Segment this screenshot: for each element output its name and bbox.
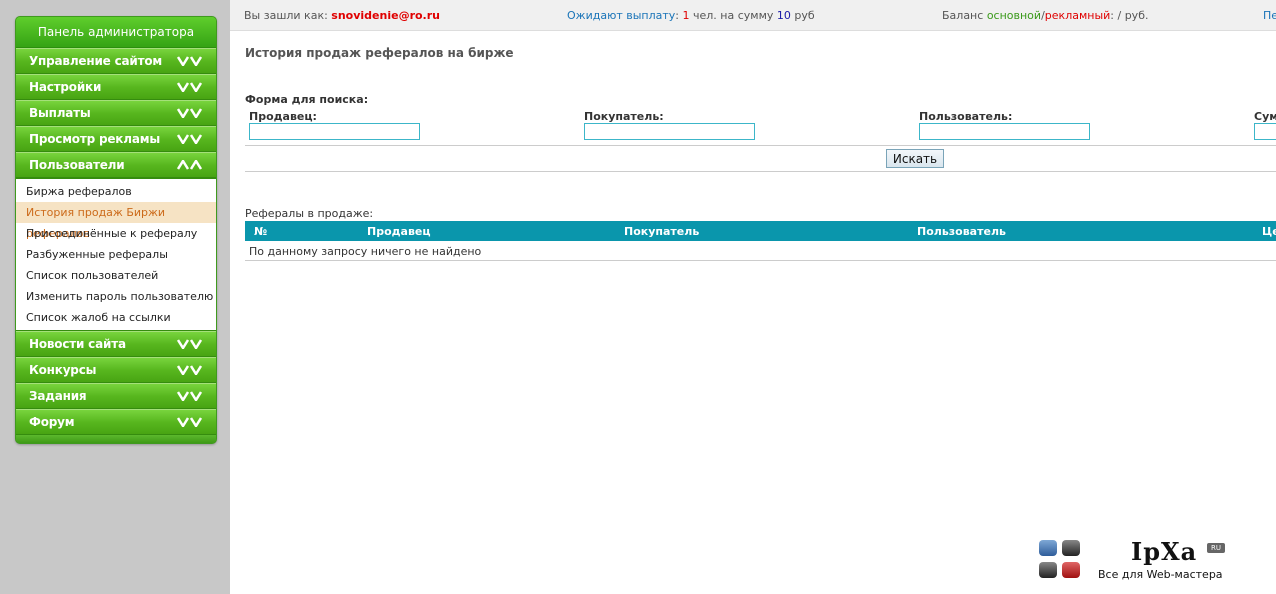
topbar-more-link[interactable]: Пе — [1263, 9, 1276, 22]
double-chevron-icon — [177, 134, 203, 144]
page-title: История продаж рефералов на бирже — [245, 46, 514, 60]
logged-in-user: snovidenie@ro.ru — [331, 9, 440, 22]
referrals-on-sale-label: Рефералы в продаже: — [245, 207, 374, 220]
pending-payouts-info: Ожидают выплату: 1 чел. на сумму 10 руб — [567, 9, 815, 22]
submenu-referral-sales-history[interactable]: История продаж Биржи рефералов — [16, 202, 216, 240]
menu-section-label: Настройки — [29, 80, 102, 94]
logo-subtitle: Все для Web-мастера — [1098, 568, 1223, 581]
user-label: Пользователь: — [919, 110, 1013, 123]
menu-section-label: Новости сайта — [29, 337, 126, 351]
sum-input[interactable] — [1254, 123, 1276, 140]
search-button[interactable]: Искать — [886, 149, 944, 168]
menu-section-label: Просмотр рекламы — [29, 132, 160, 146]
double-chevron-icon — [177, 391, 203, 401]
menu-section-label: Управление сайтом — [29, 54, 162, 68]
main-content: История продаж рефералов на бирже Форма … — [245, 31, 1276, 594]
pending-payouts-link[interactable]: Ожидают выплату — [567, 9, 675, 22]
user-input[interactable] — [919, 123, 1090, 140]
buyer-label: Покупатель: — [584, 110, 664, 123]
users-submenu: Биржа рефералов История продаж Биржи реф… — [16, 178, 216, 331]
col-price[interactable]: Це — [1262, 225, 1276, 238]
buyer-input[interactable] — [584, 123, 755, 140]
submenu-referral-exchange[interactable]: Биржа рефералов — [16, 181, 216, 202]
top-status-bar: Вы зашли как: snovidenie@ro.ru Ожидают в… — [230, 0, 1276, 31]
table-header: № Продавец Покупатель Пользователь Це — [245, 221, 1276, 241]
menu-section-ad-views[interactable]: Просмотр рекламы — [16, 126, 216, 152]
balance-tail: : / руб. — [1110, 9, 1149, 22]
menu-section-label: Выплаты — [29, 106, 91, 120]
logged-in-label: Вы зашли как: — [244, 9, 328, 22]
seller-input[interactable] — [249, 123, 420, 140]
logged-in-info: Вы зашли как: snovidenie@ro.ru — [244, 9, 440, 22]
admin-menu: Панель администратора Управление сайтом … — [15, 16, 217, 444]
logo-square-red — [1062, 562, 1080, 578]
double-chevron-icon — [177, 56, 203, 66]
col-number[interactable]: № — [254, 225, 267, 238]
left-column: Панель администратора Управление сайтом … — [0, 0, 230, 594]
menu-section-label: Пользователи — [29, 158, 125, 172]
menu-section-label: Задания — [29, 389, 87, 403]
double-chevron-icon — [177, 339, 203, 349]
menu-section-tasks[interactable]: Задания — [16, 383, 216, 409]
col-buyer[interactable]: Покупатель — [624, 225, 699, 238]
sum-field: Сумм — [1254, 111, 1276, 140]
balance-main: основной — [986, 9, 1042, 22]
logo-square-dark — [1039, 562, 1057, 578]
double-chevron-icon — [177, 365, 203, 375]
submenu-link-complaints[interactable]: Список жалоб на ссылки — [16, 307, 216, 328]
double-chevron-icon — [177, 108, 203, 118]
submenu-attached-to-referral[interactable]: Присоединённые к рефералу — [16, 223, 216, 244]
col-seller[interactable]: Продавец — [367, 225, 431, 238]
pending-colon: : — [675, 9, 679, 22]
double-chevron-up-icon — [177, 160, 203, 170]
menu-section-forum[interactable]: Форум — [16, 409, 216, 435]
menu-section-settings[interactable]: Настройки — [16, 74, 216, 100]
logo-square-blue — [1039, 540, 1057, 556]
balance-info: Баланс основной/рекламный: / руб. — [942, 9, 1148, 22]
balance-ad: рекламный — [1044, 9, 1111, 22]
submenu-user-list[interactable]: Список пользователей — [16, 265, 216, 286]
menu-section-site-news[interactable]: Новости сайта — [16, 331, 216, 357]
seller-field: Продавец: — [249, 111, 420, 140]
buyer-field: Покупатель: — [584, 111, 755, 140]
divider — [245, 171, 1276, 172]
menu-section-users[interactable]: Пользователи — [16, 152, 216, 178]
menu-section-contests[interactable]: Конкурсы — [16, 357, 216, 383]
pending-mid-text: чел. на сумму — [693, 9, 774, 22]
menu-section-site-management[interactable]: Управление сайтом — [16, 48, 216, 74]
sum-label: Сумм — [1254, 111, 1276, 123]
submenu-change-user-password[interactable]: Изменить пароль пользователю — [16, 286, 216, 307]
empty-result-row: По данному запросу ничего не найдено — [245, 241, 1276, 261]
submenu-awakened-referrals[interactable]: Разбуженные рефералы — [16, 244, 216, 265]
menu-section-payouts[interactable]: Выплаты — [16, 100, 216, 126]
pending-currency: руб — [794, 9, 815, 22]
logo-ru-badge: RU — [1207, 543, 1225, 553]
divider — [245, 145, 1276, 146]
menu-footer — [16, 435, 216, 443]
search-form-label: Форма для поиска: — [245, 93, 369, 106]
menu-title: Панель администратора — [16, 17, 216, 48]
pending-sum: 10 — [776, 9, 791, 22]
menu-section-label: Форум — [29, 415, 75, 429]
col-user[interactable]: Пользователь — [917, 225, 1006, 238]
user-field: Пользователь: — [919, 111, 1090, 140]
seller-label: Продавец: — [249, 110, 317, 123]
double-chevron-icon — [177, 417, 203, 427]
logo-text: IpXa — [1131, 537, 1198, 566]
ipxa-logo[interactable]: IpXa RU Все для Web-мастера — [1037, 537, 1237, 586]
menu-section-label: Конкурсы — [29, 363, 97, 377]
pending-count: 1 — [682, 9, 690, 22]
double-chevron-icon — [177, 82, 203, 92]
logo-square-dark — [1062, 540, 1080, 556]
balance-label: Баланс — [942, 9, 984, 22]
